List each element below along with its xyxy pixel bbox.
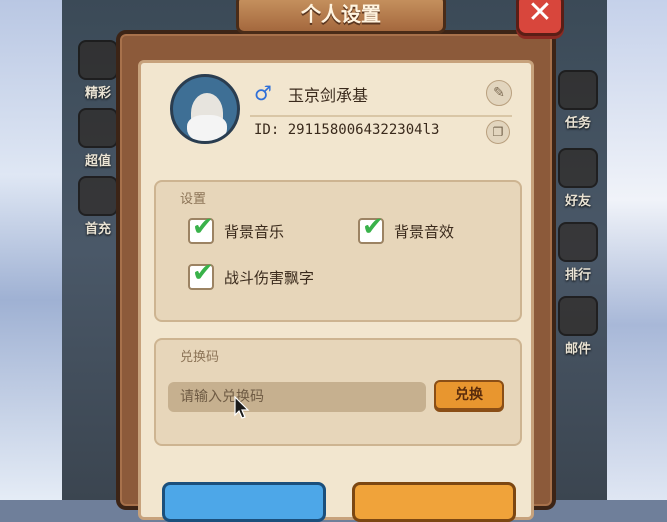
- task-icon: [558, 70, 598, 110]
- bottom-button-orange[interactable]: [352, 482, 516, 522]
- close-button[interactable]: ✕: [516, 0, 564, 36]
- side-button-tasks[interactable]: 任务: [550, 70, 606, 131]
- checkmark-icon: ✔: [362, 212, 384, 242]
- profile-divider: [250, 115, 512, 117]
- feather-pen-icon: ✎: [493, 85, 505, 101]
- option-label: 背景音效: [394, 222, 455, 241]
- redeem-button[interactable]: 兑换: [434, 380, 504, 410]
- side-button-label: 超值: [84, 154, 111, 169]
- side-button-ranking[interactable]: 排行: [550, 222, 606, 283]
- ranking-icon: [558, 222, 598, 262]
- option-label: 背景音乐: [224, 222, 285, 241]
- option-label: 战斗伤害飘字: [224, 268, 315, 287]
- friends-icon: [558, 148, 598, 188]
- settings-section-label: 设置: [180, 192, 207, 207]
- gift-icon: [78, 176, 118, 216]
- bottom-button-blue[interactable]: [162, 482, 326, 522]
- avatar-beard: [187, 115, 227, 141]
- damage-text-checkbox[interactable]: ✔: [188, 258, 214, 290]
- clock-icon: [78, 108, 118, 148]
- side-button-label: 首充: [84, 222, 111, 237]
- side-button-label: 邮件: [564, 342, 591, 357]
- side-button-friends[interactable]: 好友: [550, 148, 606, 209]
- event-icon: [78, 40, 118, 80]
- copy-id-button[interactable]: ❐: [486, 120, 510, 144]
- player-name: 玉京剑承基: [288, 86, 369, 105]
- close-icon: ✕: [527, 0, 553, 30]
- option-damage-text[interactable]: ✔ 战斗伤害飘字: [188, 258, 315, 290]
- side-button-label: 任务: [564, 116, 591, 131]
- settings-section: [154, 180, 522, 322]
- mail-icon: [558, 296, 598, 336]
- bgm-checkbox[interactable]: ✔: [188, 212, 214, 244]
- player-id: ID: 2911580064322304l3: [254, 122, 440, 138]
- side-button-label: 好友: [564, 194, 591, 209]
- mouse-cursor-icon: [234, 396, 250, 419]
- background-left-scene: [0, 0, 70, 500]
- redeem-section-label: 兑换码: [180, 350, 220, 365]
- checkmark-icon: ✔: [192, 258, 214, 288]
- edit-name-button[interactable]: ✎: [486, 80, 512, 106]
- redeem-code-input[interactable]: [168, 382, 426, 412]
- copy-icon: ❐: [492, 125, 504, 139]
- side-button-label: 精彩: [84, 86, 111, 101]
- checkmark-icon: ✔: [192, 212, 214, 242]
- sfx-checkbox[interactable]: ✔: [358, 212, 384, 244]
- background-right-scene: [607, 0, 667, 500]
- option-sfx[interactable]: ✔ 背景音效: [358, 212, 455, 244]
- panel-title: 个人设置: [236, 0, 446, 34]
- male-gender-icon: ♂: [254, 81, 272, 105]
- option-bgm[interactable]: ✔ 背景音乐: [188, 212, 285, 244]
- side-button-mail[interactable]: 邮件: [550, 296, 606, 357]
- side-button-label: 排行: [564, 268, 591, 283]
- player-avatar[interactable]: [170, 74, 240, 144]
